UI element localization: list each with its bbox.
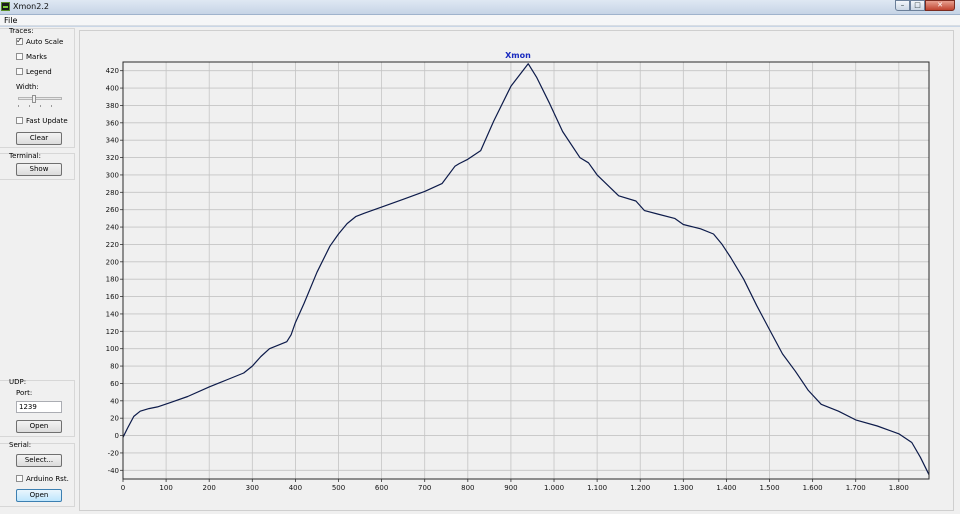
x-tick-label: 700	[418, 484, 431, 492]
y-tick-label: 260	[106, 206, 119, 214]
x-tick-label: 300	[246, 484, 259, 492]
y-tick-label: 60	[110, 380, 119, 388]
y-tick-label: 180	[106, 276, 119, 284]
x-tick-label: 1.200	[630, 484, 650, 492]
x-tick-label: 900	[504, 484, 517, 492]
x-tick-label: 1.400	[716, 484, 736, 492]
y-tick-label: 300	[106, 171, 119, 179]
x-tick-label: 600	[375, 484, 388, 492]
y-tick-label: 120	[106, 328, 119, 336]
chart-title: Xmon	[505, 51, 531, 60]
y-tick-label: 380	[106, 102, 119, 110]
x-tick-label: 1.700	[846, 484, 866, 492]
x-tick-label: 200	[203, 484, 216, 492]
y-tick-label: -40	[108, 467, 119, 475]
y-tick-label: 340	[106, 137, 119, 145]
x-tick-label: 1.100	[587, 484, 607, 492]
x-tick-label: 1.300	[673, 484, 693, 492]
y-tick-label: 160	[106, 293, 119, 301]
plot-area	[122, 61, 930, 480]
y-tick-label: 20	[110, 415, 119, 423]
y-tick-label: 40	[110, 397, 119, 405]
line-chart: 0 100 200 300 400 500 600 700 800 900 1.000 1.100 1.…	[106, 51, 930, 492]
y-tick-label: -20	[108, 449, 119, 457]
x-tick-label: 0	[121, 484, 125, 492]
y-tick-label: 320	[106, 154, 119, 162]
x-tick-label: 100	[159, 484, 172, 492]
y-tick-label: 0	[115, 432, 119, 440]
x-tick-label: 1.800	[889, 484, 909, 492]
y-tick-label: 240	[106, 224, 119, 232]
x-tick-label: 1.000	[544, 484, 564, 492]
x-tick-label: 1.600	[803, 484, 823, 492]
x-tick-label: 400	[289, 484, 302, 492]
y-tick-label: 280	[106, 189, 119, 197]
x-tick-label: 1.500	[760, 484, 780, 492]
y-tick-label: 200	[106, 258, 119, 266]
y-tick-label: 220	[106, 241, 119, 249]
x-tick-label: 500	[332, 484, 345, 492]
y-tick-label: 100	[106, 345, 119, 353]
y-tick-label: 80	[110, 363, 119, 371]
y-tick-label: 360	[106, 119, 119, 127]
y-tick-label: 140	[106, 310, 119, 318]
y-tick-label: 420	[106, 67, 119, 75]
x-tick-label: 800	[461, 484, 474, 492]
y-tick-label: 400	[106, 85, 119, 93]
